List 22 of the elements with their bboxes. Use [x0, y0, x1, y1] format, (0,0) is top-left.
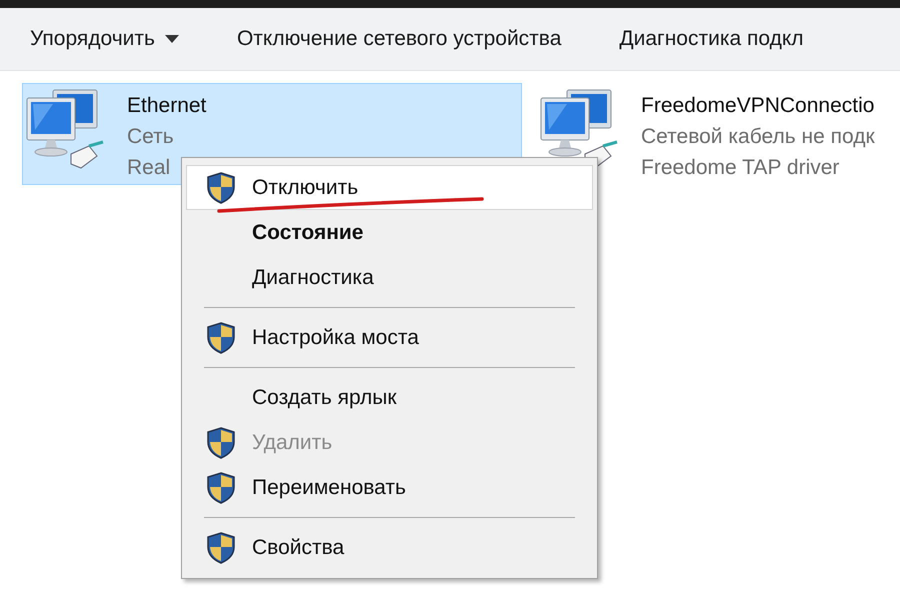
adapter-device: Real: [127, 155, 172, 181]
menu-item[interactable]: Настройка моста: [186, 315, 593, 360]
shield-icon: [207, 322, 235, 354]
shield-icon: [207, 426, 235, 458]
shield-icon: [207, 172, 235, 204]
menu-item[interactable]: Переименовать: [186, 465, 593, 510]
caret-icon: [164, 35, 179, 43]
shield-icon: [207, 532, 235, 564]
adapter-status: Сетевой кабель не подк: [641, 124, 875, 150]
menu-item[interactable]: Свойства: [186, 525, 593, 570]
adapter-device: Freedome TAP driver: [641, 155, 840, 181]
toolbar-button[interactable]: Диагностика подкл: [619, 27, 804, 51]
toolbar-button[interactable]: Отключение сетевого устройства: [236, 27, 562, 51]
toolbar-button[interactable]: Упорядочить: [30, 27, 179, 51]
shield-icon: [207, 472, 235, 504]
adapter-status: Сеть: [127, 124, 175, 150]
adapter-name: FreedomeVPNConnectio: [641, 93, 875, 119]
menu-item[interactable]: Создать ярлык: [186, 375, 593, 420]
menu-item[interactable]: Отключить: [186, 165, 593, 210]
menu-item[interactable]: Состояние: [186, 210, 593, 255]
menu-item[interactable]: Диагностика: [186, 255, 593, 300]
adapter-name: Ethernet: [127, 93, 206, 119]
